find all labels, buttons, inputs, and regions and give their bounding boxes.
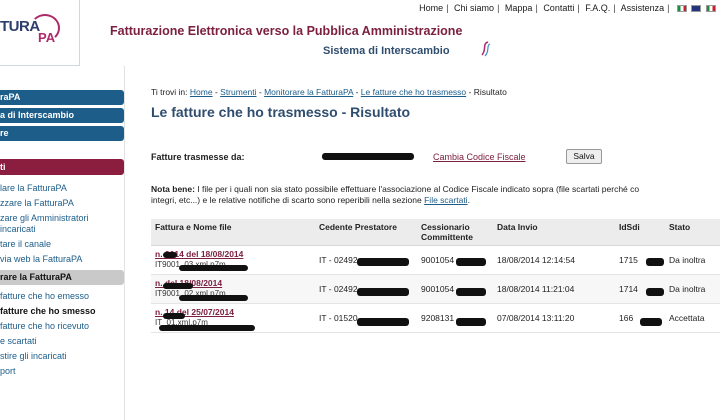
redaction-mark — [646, 288, 664, 296]
save-button[interactable]: Salva — [566, 149, 602, 164]
col-header-data: Data Invio — [493, 219, 615, 246]
top-navigation: Home | Chi siamo | Mappa | Contatti | F.A.Q.… — [419, 3, 716, 13]
sidebar-sub-trasmesso[interactable]: fatture che ho smesso — [0, 304, 124, 319]
sidebar-sub-emesso[interactable]: fatture che ho emesso — [0, 289, 124, 304]
col-header-stato: Stato — [665, 219, 720, 246]
breadcrumb: Ti trovi in: Home - Strumenti - Monitora… — [151, 87, 507, 97]
sidebar-item-monitorare[interactable]: rare la FatturaPA — [0, 270, 124, 285]
sidebar-link-inviare[interactable]: via web la FatturaPA — [0, 252, 124, 267]
sidebar: raPA a di Interscambio re ti lare la Fat… — [0, 90, 124, 379]
italian-flag-icon[interactable] — [676, 5, 687, 13]
status-cell: Accettata — [665, 303, 720, 333]
sidebar-item-strumenti[interactable]: re — [0, 126, 124, 141]
sidebar-link-visualizzare[interactable]: zzare la FatturaPA — [0, 196, 124, 211]
topnav-home[interactable]: Home — [419, 3, 443, 13]
site-subtitle: Sistema di Interscambio — [323, 45, 450, 57]
redaction-mark — [456, 288, 486, 296]
breadcrumb-strumenti[interactable]: Strumenti — [220, 87, 256, 97]
note-bold: Nota bene: — [151, 184, 195, 194]
sidebar-divider — [124, 66, 125, 420]
sidebar-link-accreditare[interactable]: tare il canale — [0, 237, 124, 252]
breadcrumb-home[interactable]: Home — [190, 87, 213, 97]
change-fiscal-code-link[interactable]: Cambia Codice Fiscale — [433, 152, 526, 162]
sidebar-sub-ricevuto[interactable]: fatture che ho ricevuto — [0, 319, 124, 334]
breadcrumb-monitorare[interactable]: Monitorare la FatturaPA — [264, 87, 353, 97]
sidebar-item-sdi[interactable]: a di Interscambio — [0, 108, 124, 123]
col-header-idsdi: IdSdi — [615, 219, 665, 246]
topnav-faq[interactable]: F.A.Q. — [585, 3, 610, 13]
invoice-table: Fattura e Nome file Cedente Prestatore C… — [151, 219, 720, 333]
redaction-mark — [456, 258, 486, 266]
redaction-mark — [357, 318, 409, 326]
note-text: Nota bene: I file per i quali non sia st… — [151, 184, 720, 206]
status-cell: Da inoltra — [665, 274, 720, 304]
uk-flag-icon[interactable] — [691, 5, 702, 13]
topnav-contatti[interactable]: Contatti — [543, 3, 574, 13]
breadcrumb-current: Risultato — [473, 87, 507, 97]
table-header-row: Fattura e Nome file Cedente Prestatore C… — [151, 219, 720, 246]
topnav-mappa[interactable]: Mappa — [505, 3, 533, 13]
date-cell: 18/08/2014 11:21:04 — [493, 274, 615, 304]
sidebar-section-header[interactable]: ti — [0, 159, 124, 175]
page-title: Le fatture che ho trasmesso - Risultato — [151, 104, 411, 120]
site-title: Fatturazione Elettronica verso la Pubbli… — [110, 24, 463, 38]
redacted-fiscal-code — [322, 153, 414, 160]
note-end: . — [467, 195, 470, 205]
redaction-mark — [163, 283, 193, 289]
sidebar-item-fatturapa[interactable]: raPA — [0, 90, 124, 105]
note-line-1: I file per i quali non sia stato possibi… — [197, 184, 640, 194]
sidebar-link-autorizzare[interactable]: zare gli Amministratori incaricati — [0, 211, 124, 237]
col-header-fattura: Fattura e Nome file — [151, 219, 315, 246]
status-cell: Da inoltra — [665, 245, 720, 275]
date-cell: 07/08/2014 13:11:20 — [493, 303, 615, 333]
date-cell: 18/08/2014 12:14:54 — [493, 245, 615, 275]
file-scartati-link[interactable]: File scartati — [424, 195, 467, 205]
sdi-logo-icon — [481, 41, 491, 57]
logo-pa-text: PA — [38, 30, 56, 45]
redaction-mark — [159, 325, 255, 331]
sidebar-sub-report[interactable]: port — [0, 364, 124, 379]
logo-text: TURA — [0, 18, 40, 35]
sidebar-link-controllare[interactable]: lare la FatturaPA — [0, 181, 124, 196]
topnav-chi-siamo[interactable]: Chi siamo — [454, 3, 494, 13]
redaction-mark — [357, 258, 409, 266]
redaction-mark — [179, 295, 248, 301]
col-header-cessionario: Cessionario Committente — [417, 219, 493, 246]
fatturapa-logo[interactable]: TURA PA — [0, 0, 80, 66]
redaction-mark — [163, 313, 185, 319]
redaction-mark — [456, 318, 486, 326]
redaction-mark — [640, 318, 662, 326]
redaction-mark — [357, 288, 409, 296]
redaction-mark — [646, 258, 664, 266]
breadcrumb-fatture-trasmesso[interactable]: Le fatture che ho trasmesso — [361, 87, 466, 97]
redaction-mark — [163, 252, 177, 258]
language-flag-icon[interactable] — [706, 5, 716, 13]
breadcrumb-prefix: Ti trovi in: — [151, 87, 188, 97]
col-header-cedente: Cedente Prestatore — [315, 219, 417, 246]
topnav-assistenza[interactable]: Assistenza — [621, 3, 665, 13]
note-line-2: integri, etc...) e le relative notifiche… — [151, 195, 422, 205]
redaction-mark — [179, 265, 248, 271]
invoice-link[interactable]: n. 2014 del 18/08/2014 — [155, 249, 311, 259]
sender-label: Fatture trasmesse da: — [151, 152, 245, 162]
sidebar-sub-scartati[interactable]: e scartati — [0, 334, 124, 349]
sidebar-sub-incaricati[interactable]: stire gli incaricati — [0, 349, 124, 364]
